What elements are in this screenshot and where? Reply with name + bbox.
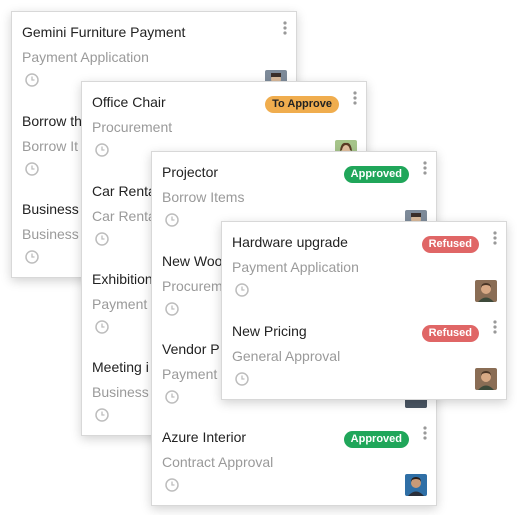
card-subtitle: Payment bbox=[92, 296, 148, 312]
card-subtitle: General Approval bbox=[232, 348, 341, 364]
clock-icon[interactable] bbox=[95, 232, 109, 246]
clock-icon[interactable] bbox=[25, 162, 39, 176]
clock-icon[interactable] bbox=[165, 478, 179, 492]
kebab-menu-icon[interactable] bbox=[493, 231, 497, 245]
status-badge: Refused bbox=[421, 325, 479, 342]
card-subtitle: Car Renta bbox=[92, 208, 156, 224]
clock-icon[interactable] bbox=[95, 408, 109, 422]
clock-icon[interactable] bbox=[235, 372, 249, 386]
card-subtitle: Payment bbox=[162, 366, 218, 382]
card-title: Azure Interior bbox=[162, 429, 247, 445]
card-title: Vendor P bbox=[162, 341, 220, 357]
card-subtitle: Borrow It bbox=[22, 138, 79, 154]
card-subtitle: Payment Application bbox=[22, 49, 149, 65]
approval-card[interactable]: Azure Interior Contract Approval Approve… bbox=[152, 417, 436, 505]
card-title: New Pricing bbox=[232, 323, 307, 339]
card-title: New Woo bbox=[162, 253, 223, 269]
card-subtitle: Contract Approval bbox=[162, 454, 274, 470]
card-title: Office Chair bbox=[92, 94, 166, 110]
card-title: Gemini Furniture Payment bbox=[22, 24, 186, 40]
card-title: Meeting i bbox=[92, 359, 149, 375]
avatar bbox=[475, 280, 497, 302]
status-badge: To Approve bbox=[265, 96, 339, 113]
card-subtitle: Business bbox=[92, 384, 149, 400]
card-subtitle: Payment Application bbox=[232, 259, 359, 275]
kebab-menu-icon[interactable] bbox=[423, 161, 427, 175]
approval-card[interactable]: Hardware upgrade Payment Application Ref… bbox=[222, 222, 506, 312]
card-title: Car Renta bbox=[92, 183, 156, 199]
status-badge: Approved bbox=[343, 166, 409, 183]
status-badge: Approved bbox=[343, 431, 409, 448]
card-subtitle: Procurement bbox=[92, 119, 173, 135]
card-title: Exhibition bbox=[92, 271, 153, 287]
clock-icon[interactable] bbox=[165, 302, 179, 316]
clock-icon[interactable] bbox=[165, 213, 179, 227]
card-subtitle: Business bbox=[22, 226, 79, 242]
clock-icon[interactable] bbox=[95, 143, 109, 157]
status-badge: Refused bbox=[421, 236, 479, 253]
card-title: Business bbox=[22, 201, 79, 217]
approval-column-4: Hardware upgrade Payment Application Ref… bbox=[221, 221, 507, 400]
kebab-menu-icon[interactable] bbox=[353, 91, 357, 105]
card-title: Projector bbox=[162, 164, 219, 180]
clock-icon[interactable] bbox=[95, 320, 109, 334]
avatar bbox=[475, 368, 497, 390]
approval-card[interactable]: New Pricing General Approval Refused bbox=[222, 311, 506, 399]
card-subtitle: Borrow Items bbox=[162, 189, 245, 205]
clock-icon[interactable] bbox=[25, 250, 39, 264]
kebab-menu-icon[interactable] bbox=[283, 21, 287, 35]
clock-icon[interactable] bbox=[165, 390, 179, 404]
card-title: Borrow th bbox=[22, 113, 82, 129]
kebab-menu-icon[interactable] bbox=[493, 320, 497, 334]
clock-icon[interactable] bbox=[25, 73, 39, 87]
kebab-menu-icon[interactable] bbox=[423, 426, 427, 440]
card-subtitle: Procurem bbox=[162, 278, 223, 294]
card-title: Hardware upgrade bbox=[232, 234, 348, 250]
avatar bbox=[405, 474, 427, 496]
clock-icon[interactable] bbox=[235, 283, 249, 297]
